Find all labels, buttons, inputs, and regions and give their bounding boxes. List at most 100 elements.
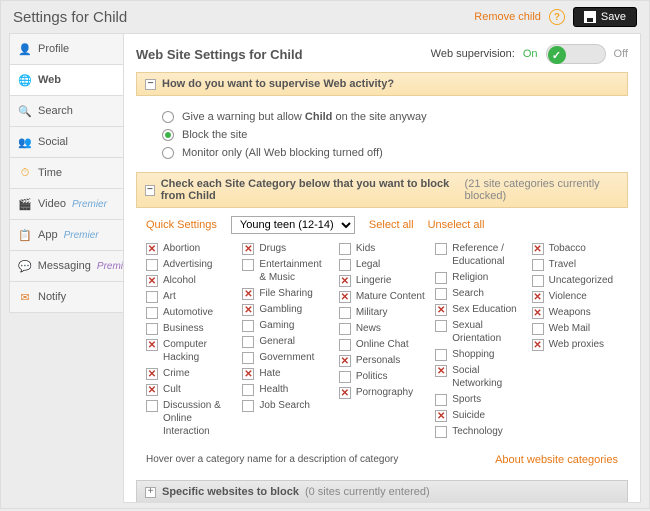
- category-legal[interactable]: Legal: [339, 258, 425, 271]
- category-computer-hacking[interactable]: ✕Computer Hacking: [146, 338, 232, 364]
- category-label: Legal: [356, 258, 380, 271]
- category-cult[interactable]: ✕Cult: [146, 383, 232, 396]
- category-weapons[interactable]: ✕ Weapons: [532, 306, 618, 319]
- help-icon[interactable]: ?: [549, 9, 565, 25]
- select-all-link[interactable]: Select all: [369, 219, 414, 231]
- category-violence[interactable]: ✕Violence: [532, 290, 618, 303]
- category-search[interactable]: Search: [435, 287, 521, 300]
- category-drugs[interactable]: ✕Drugs: [242, 242, 328, 255]
- checkbox-icon: [435, 426, 447, 438]
- checkbox-icon: [242, 352, 254, 364]
- category-label: Travel: [549, 258, 576, 271]
- supervise-option-0[interactable]: Give a warning but allow Child on the si…: [162, 108, 618, 126]
- supervision-toggle[interactable]: ✓: [546, 44, 606, 64]
- category-social-networking[interactable]: ✕Social Networking: [435, 364, 521, 390]
- category-abortion[interactable]: ✕Abortion: [146, 242, 232, 255]
- checkbox-icon: [435, 288, 447, 300]
- sidebar-item-search[interactable]: 🔍Search: [9, 95, 124, 126]
- category-label: Military: [356, 306, 388, 319]
- category-label: Cult: [163, 383, 181, 396]
- checkbox-icon: [532, 275, 544, 287]
- category-politics[interactable]: Politics: [339, 370, 425, 383]
- category-alcohol[interactable]: ✕Alcohol: [146, 274, 232, 287]
- sidebar-item-messaging[interactable]: 💬MessagingPremier: [9, 250, 124, 281]
- hover-hint: Hover over a category name for a descrip…: [146, 454, 398, 466]
- category-web-proxies[interactable]: ✕Web proxies: [532, 338, 618, 351]
- sidebar-item-app[interactable]: 📋AppPremier: [9, 219, 124, 250]
- category-government[interactable]: Government: [242, 351, 328, 364]
- section-block-header[interactable]: + Specific websites to block (0 sites cu…: [136, 480, 628, 503]
- category-reference-educational[interactable]: Reference / Educational: [435, 242, 521, 268]
- category-business[interactable]: Business: [146, 322, 232, 335]
- section-categories-header[interactable]: − Check each Site Category below that yo…: [136, 172, 628, 208]
- category-label: Weapons: [549, 306, 591, 319]
- preset-select[interactable]: Young teen (12-14): [231, 216, 355, 234]
- category-sexual-orientation[interactable]: Sexual Orientation: [435, 319, 521, 345]
- category-label: Personals: [356, 354, 400, 367]
- category-lingerie[interactable]: ✕Lingerie: [339, 274, 425, 287]
- category-gaming[interactable]: Gaming: [242, 319, 328, 332]
- category-suicide[interactable]: ✕Suicide: [435, 409, 521, 422]
- category-label: Crime: [163, 367, 190, 380]
- category-shopping[interactable]: Shopping: [435, 348, 521, 361]
- notify-icon: ✉: [18, 290, 32, 304]
- category-label: News: [356, 322, 381, 335]
- category-web-mail[interactable]: Web Mail: [532, 322, 618, 335]
- sidebar-item-notify[interactable]: ✉Notify: [9, 281, 124, 313]
- category-uncategorized[interactable]: Uncategorized: [532, 274, 618, 287]
- category-file-sharing[interactable]: ✕File Sharing: [242, 287, 328, 300]
- category-crime[interactable]: ✕ Crime: [146, 367, 232, 380]
- category-label: Uncategorized: [549, 274, 613, 287]
- category-news[interactable]: News: [339, 322, 425, 335]
- remove-child-link[interactable]: Remove child: [474, 11, 541, 23]
- category-technology[interactable]: Technology: [435, 425, 521, 438]
- quick-settings-label: Quick Settings: [146, 219, 217, 231]
- category-sports[interactable]: Sports: [435, 393, 521, 406]
- supervise-option-1[interactable]: Block the site: [162, 126, 618, 144]
- category-military[interactable]: Military: [339, 306, 425, 319]
- checkbox-icon: ✕: [242, 288, 254, 300]
- sidebar-item-time[interactable]: ⏱Time: [9, 157, 124, 188]
- save-icon: [584, 11, 596, 23]
- about-categories-link[interactable]: About website categories: [495, 454, 618, 466]
- category-kids[interactable]: Kids: [339, 242, 425, 255]
- category-health[interactable]: Health: [242, 383, 328, 396]
- category-online-chat[interactable]: Online Chat: [339, 338, 425, 351]
- sidebar-item-social[interactable]: 👥Social: [9, 126, 124, 157]
- checkbox-icon: ✕: [146, 339, 158, 351]
- category-advertising[interactable]: Advertising: [146, 258, 232, 271]
- sidebar-item-web[interactable]: 🌐Web: [9, 64, 124, 95]
- sidebar-item-video[interactable]: 🎬VideoPremier: [9, 188, 124, 219]
- category-art[interactable]: Art: [146, 290, 232, 303]
- category-gambling[interactable]: ✕Gambling: [242, 303, 328, 316]
- checkbox-icon: ✕: [146, 368, 158, 380]
- category-label: Job Search: [259, 399, 310, 412]
- checkbox-icon: [339, 259, 351, 271]
- unselect-all-link[interactable]: Unselect all: [428, 219, 485, 231]
- category-hate[interactable]: ✕Hate: [242, 367, 328, 380]
- radio-icon: [162, 111, 174, 123]
- supervise-option-2[interactable]: Monitor only (All Web blocking turned of…: [162, 144, 618, 162]
- category-sex-education[interactable]: ✕Sex Education: [435, 303, 521, 316]
- category-entertainment-music[interactable]: Entertainment & Music: [242, 258, 328, 284]
- category-personals[interactable]: ✕Personals: [339, 354, 425, 367]
- save-button[interactable]: Save: [573, 7, 637, 27]
- category-label: Sex Education: [452, 303, 517, 316]
- category-mature-content[interactable]: ✕Mature Content: [339, 290, 425, 303]
- category-pornography[interactable]: ✕Pornography: [339, 386, 425, 399]
- checkbox-icon: [146, 291, 158, 303]
- checkbox-icon: ✕: [532, 307, 544, 319]
- category-automotive[interactable]: Automotive: [146, 306, 232, 319]
- category-general[interactable]: General: [242, 335, 328, 348]
- category-job-search[interactable]: Job Search: [242, 399, 328, 412]
- section-supervise-header[interactable]: − How do you want to supervise Web activ…: [136, 72, 628, 96]
- category-discussion-online-interaction[interactable]: Discussion & Online Interaction: [146, 399, 232, 438]
- category-tobacco[interactable]: ✕Tobacco: [532, 242, 618, 255]
- category-religion[interactable]: Religion: [435, 271, 521, 284]
- collapse-icon: −: [145, 79, 156, 90]
- sidebar-item-profile[interactable]: 👤Profile: [9, 33, 124, 64]
- checkbox-icon: ✕: [242, 304, 254, 316]
- checkbox-icon: [242, 320, 254, 332]
- checkbox-icon: [242, 336, 254, 348]
- category-travel[interactable]: Travel: [532, 258, 618, 271]
